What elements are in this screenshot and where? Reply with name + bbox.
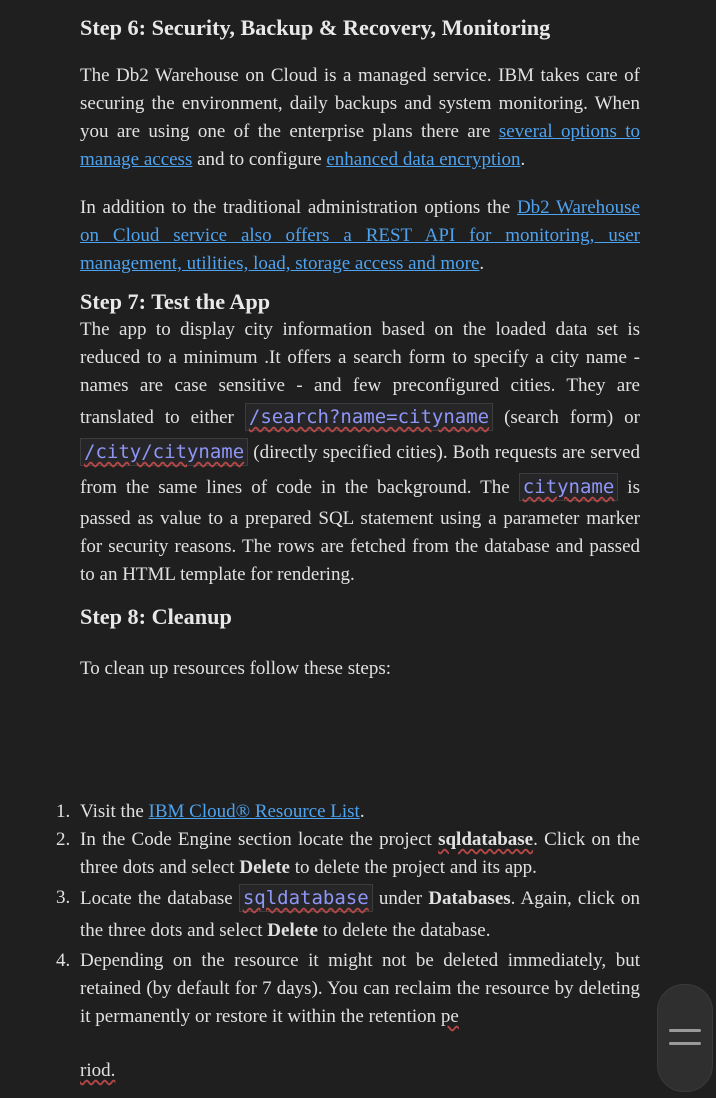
item4-text-continued: riod.	[80, 1060, 116, 1081]
cleanup-steps-list: 1. Visit the IBM Cloud® Resource List. 2…	[56, 798, 640, 1031]
item1-text-a: Visit the	[80, 801, 149, 822]
list-item: 2. In the Code Engine section locate the…	[56, 826, 640, 882]
cleanup-intro: To clean up resources follow these steps…	[80, 658, 392, 679]
databases-bold: Databases	[428, 888, 511, 909]
step6-p2-text-b: .	[479, 253, 485, 274]
step6-p2-text-a: In addition to the traditional administr…	[80, 197, 517, 218]
scroll-handle[interactable]	[657, 984, 713, 1092]
step6-p1-text-b: and to configure	[192, 149, 327, 170]
step8-heading: Step 8: Cleanup	[80, 604, 232, 629]
grip-line-icon	[669, 1042, 701, 1045]
item4-text-a: Depending on the resource it might not b…	[80, 950, 640, 1027]
step7-paragraph: The app to display city information base…	[80, 316, 640, 589]
step6-heading: Step 6: Security, Backup & Recovery, Mon…	[80, 15, 551, 40]
step6-p1-text-c: .	[520, 149, 526, 170]
list-item: 4. Depending on the resource it might no…	[56, 947, 640, 1031]
grip-line-icon	[669, 1029, 701, 1032]
item3-text-b: under	[372, 888, 429, 909]
database-name-code: sqldatabase	[238, 884, 373, 912]
resource-list-link[interactable]: IBM Cloud® Resource List	[149, 801, 360, 822]
list-item: 1. Visit the IBM Cloud® Resource List.	[56, 798, 640, 826]
project-name-bold: sqldatabase	[438, 829, 534, 850]
list-number: 3.	[56, 887, 71, 908]
item2-text-a: In the Code Engine section locate the pr…	[80, 829, 439, 850]
data-encryption-link[interactable]: enhanced data encryption	[326, 149, 520, 170]
delete-bold: Delete	[239, 857, 290, 878]
cityname-code: cityname	[518, 473, 619, 501]
item4-text-b: pe	[440, 1006, 459, 1027]
item3-text-d: to delete the database.	[317, 920, 491, 941]
list-number: 2.	[56, 829, 71, 850]
list-number: 4.	[56, 950, 71, 971]
list-item: 3. Locate the database sqldatabase under…	[56, 882, 640, 947]
list-number: 1.	[56, 801, 71, 822]
item3-text-a: Locate the database	[80, 888, 239, 909]
step6-paragraph-1: The Db2 Warehouse on Cloud is a managed …	[80, 62, 640, 174]
delete-bold: Delete	[267, 920, 318, 941]
item1-text-b: .	[359, 801, 365, 822]
item2-text-c: to delete the project and its app.	[289, 857, 537, 878]
city-path-code: /city/cityname	[80, 438, 249, 466]
step7-heading: Step 7: Test the App	[80, 289, 271, 314]
step7-text-2: (search form) or	[493, 407, 641, 428]
document-page: Step 6: Security, Backup & Recovery, Mon…	[80, 12, 640, 707]
step6-paragraph-2: In addition to the traditional administr…	[80, 194, 640, 278]
search-path-code: /search?name=cityname	[244, 403, 494, 431]
